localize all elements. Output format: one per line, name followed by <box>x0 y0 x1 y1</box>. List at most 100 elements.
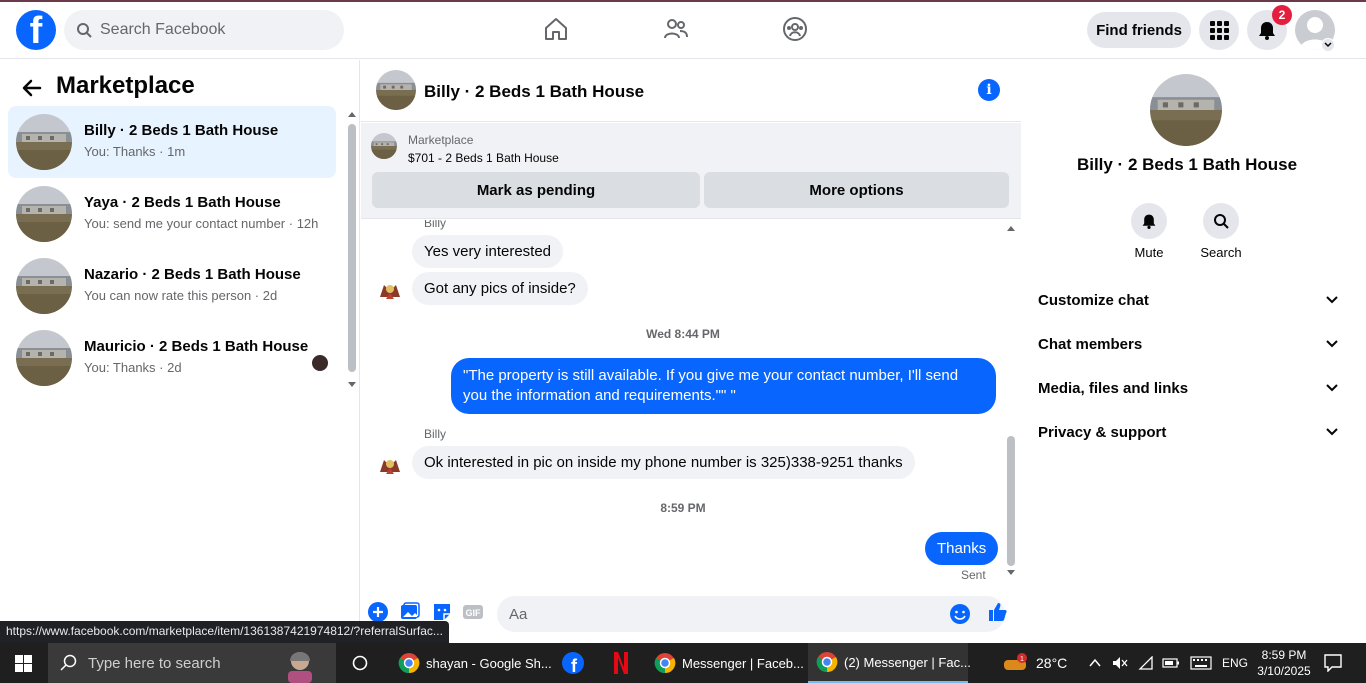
facebook-logo-icon[interactable]: f <box>16 10 56 50</box>
scroll-up-arrow[interactable] <box>348 112 356 117</box>
search-bar[interactable] <box>64 10 344 50</box>
taskbar-app-netflix[interactable] <box>606 643 636 683</box>
mute-speaker-icon[interactable] <box>1112 656 1128 670</box>
chat-panel: Billy · 2 Beds 1 Bath House i Marketplac… <box>361 60 1021 643</box>
language-indicator[interactable]: ENG <box>1222 656 1248 670</box>
more-options-button[interactable]: More options <box>704 172 1009 208</box>
taskbar-app-chrome-sheets[interactable]: shayan - Google Sh... <box>392 643 552 683</box>
scroll-down-arrow[interactable] <box>1007 570 1015 575</box>
taskbar-search[interactable]: Type here to search <box>48 643 336 683</box>
weather-badge: 1 <box>1020 656 1024 663</box>
conversation-item[interactable]: Nazario · 2 Beds 1 Bath House You can no… <box>8 250 336 322</box>
chevron-down-icon <box>1326 428 1338 436</box>
sender-avatar[interactable] <box>376 275 404 303</box>
seen-avatar <box>312 355 328 371</box>
friends-icon[interactable] <box>663 16 689 42</box>
chevron-up-icon[interactable] <box>1088 656 1102 670</box>
clock-date: 3/10/2025 <box>1257 664 1311 678</box>
listing-thumbnail <box>16 258 72 314</box>
listing-thumbnail <box>16 114 72 170</box>
bell-icon <box>1142 214 1156 229</box>
sender-avatar[interactable] <box>376 450 404 478</box>
section-chat-members[interactable]: Chat members <box>1038 322 1338 366</box>
netflix-icon <box>614 652 628 674</box>
search-input[interactable] <box>100 21 320 39</box>
incoming-message[interactable]: Ok interested in pic on inside my phone … <box>412 446 915 479</box>
menu-button[interactable] <box>1199 10 1239 50</box>
conversation-item[interactable]: Mauricio · 2 Beds 1 Bath House You: Than… <box>8 322 336 394</box>
groups-icon[interactable] <box>782 16 808 42</box>
scroll-down-arrow[interactable] <box>348 382 356 387</box>
weather-widget[interactable]: 1 28°C <box>1002 643 1067 683</box>
chrome-icon <box>654 653 676 674</box>
taskbar-app-messenger-1[interactable]: Messenger | Faceb... <box>648 643 804 683</box>
conversation-item[interactable]: Yaya · 2 Beds 1 Bath House You: send me … <box>8 178 336 250</box>
thumbs-up-icon[interactable] <box>987 601 1009 623</box>
svg-text:f: f <box>571 656 578 675</box>
sticker-icon[interactable] <box>431 601 453 623</box>
search-icon <box>77 23 92 38</box>
windows-start-icon[interactable] <box>15 655 32 672</box>
page-scrollbar[interactable] <box>1352 60 1366 643</box>
photo-icon[interactable] <box>399 601 421 623</box>
listing-image[interactable] <box>1150 74 1222 146</box>
taskbar-app-label: (2) Messenger | Fac... <box>844 654 971 670</box>
scroll-up-arrow[interactable] <box>1007 226 1015 231</box>
clock[interactable]: 8:59 PM 3/10/2025 <box>1254 643 1314 683</box>
search-conversation-button[interactable]: Search <box>1191 203 1251 260</box>
listing-price[interactable]: $701 - 2 Beds 1 Bath House <box>408 151 559 165</box>
section-customize-chat[interactable]: Customize chat <box>1038 278 1338 322</box>
taskbar-app-facebook[interactable]: f <box>556 643 590 683</box>
conversation-snippet: You: send me your contact number · 12h <box>84 216 319 231</box>
chat-scrollbar[interactable] <box>1007 436 1015 566</box>
find-friends-button[interactable]: Find friends <box>1087 12 1191 48</box>
mark-pending-button[interactable]: Mark as pending <box>372 172 700 208</box>
section-media-files[interactable]: Media, files and links <box>1038 366 1338 410</box>
message-timestamp: 8:59 PM <box>660 501 706 515</box>
clock-time: 8:59 PM <box>1261 648 1307 662</box>
conversation-name: Yaya · 2 Beds 1 Bath House <box>84 194 281 211</box>
listing-thumbnail[interactable] <box>371 133 397 159</box>
info-icon[interactable]: i <box>978 79 1000 101</box>
conversation-snippet: You: Thanks · 2d <box>84 360 182 375</box>
battery-icon[interactable] <box>1162 656 1180 670</box>
section-label: Chat members <box>1038 335 1143 353</box>
taskbar-app-messenger-2[interactable]: (2) Messenger | Fac... <box>808 643 971 683</box>
chat-thumbnail[interactable] <box>376 70 416 110</box>
conversation-item[interactable]: Billy · 2 Beds 1 Bath House You: Thanks … <box>8 106 336 178</box>
gif-icon[interactable]: GIF <box>462 601 484 623</box>
conversation-sidebar: Marketplace Billy · 2 Beds 1 Bath House … <box>0 60 360 643</box>
conversation-name: Mauricio · 2 Beds 1 Bath House <box>84 338 309 355</box>
search-icon <box>60 654 77 671</box>
outgoing-message[interactable]: "The property is still available. If you… <box>451 358 996 414</box>
chevron-down-icon[interactable] <box>1321 38 1335 52</box>
message-input[interactable] <box>497 596 1005 632</box>
incoming-message[interactable]: Yes very interested <box>412 235 564 268</box>
chat-details-panel: Billy · 2 Beds 1 Bath House Mute Search … <box>1022 60 1352 643</box>
task-view-icon[interactable] <box>352 655 368 671</box>
back-arrow-icon[interactable] <box>20 76 44 100</box>
section-privacy-support[interactable]: Privacy & support <box>1038 410 1338 454</box>
sidebar-scrollbar[interactable] <box>348 124 356 372</box>
chevron-down-icon <box>1326 296 1338 304</box>
weather-icon: 1 <box>1004 653 1027 670</box>
chat-header: Billy · 2 Beds 1 Bath House i <box>361 60 1021 122</box>
system-tray: ENG <box>1088 643 1248 683</box>
incoming-message[interactable]: Got any pics of inside? <box>412 272 588 305</box>
keyboard-icon[interactable] <box>1190 656 1212 670</box>
details-title: Billy · 2 Beds 1 Bath House <box>1076 155 1298 174</box>
chat-title[interactable]: Billy · 2 Beds 1 Bath House <box>424 82 644 102</box>
plus-icon[interactable] <box>367 601 389 623</box>
chevron-down-icon <box>1326 340 1338 348</box>
mute-button[interactable]: Mute <box>1119 203 1179 260</box>
outgoing-message[interactable]: Thanks <box>925 532 999 565</box>
sent-status: Sent <box>961 568 986 580</box>
search-icon <box>1214 214 1229 229</box>
emoji-icon[interactable] <box>949 603 971 625</box>
conversation-snippet: You can now rate this person · 2d <box>84 288 278 303</box>
wifi-icon[interactable] <box>1138 656 1154 670</box>
notification-center-icon[interactable] <box>1324 654 1342 672</box>
temperature: 28°C <box>1036 655 1068 671</box>
home-icon[interactable] <box>543 16 569 42</box>
taskbar-search-placeholder: Type here to search <box>88 654 221 672</box>
